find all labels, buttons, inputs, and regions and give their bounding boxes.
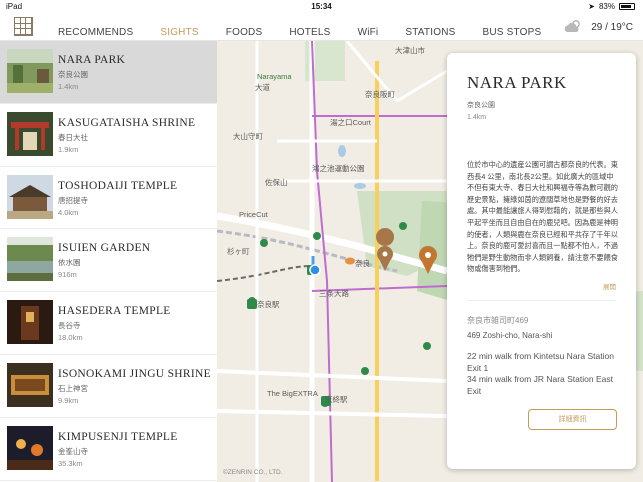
list-item[interactable]: HASEDERA TEMPLE 長谷寺 18.0km	[0, 292, 217, 355]
cloud-sun-icon	[564, 20, 580, 32]
sight-jp-name: 金峯山寺	[58, 446, 88, 456]
menu-grid-icon[interactable]	[14, 17, 33, 36]
detail-card: NARA PARK 奈良公園 1.4km 位於市中心的遺産公園可謂古都奈良的代表…	[447, 53, 636, 469]
sight-name: HASEDERA TEMPLE	[58, 305, 171, 318]
detail-description: 位於市中心的遺産公園可謂古都奈良的代表。東西長4 公里，南北長2公里。如此廣大的…	[467, 160, 618, 274]
sight-name: KIMPUSENJI TEMPLE	[58, 430, 178, 443]
hasedera-thumbnail	[7, 300, 53, 345]
detail-title: NARA PARK	[467, 73, 567, 92]
sight-name: ISUIEN GARDEN	[58, 242, 151, 255]
map-label: 三条大路	[319, 289, 349, 298]
list-item[interactable]: ISONOKAMI JINGU SHRINE 石上神宮 9.9km	[0, 355, 217, 418]
sights-list: NARA PARK 奈良公園 1.4km KASUGATAISHA SHRINE…	[0, 41, 217, 482]
sight-jp-name: 長谷寺	[58, 321, 81, 331]
weather-widget[interactable]: 29 / 19°C	[563, 19, 633, 35]
map-label: 大道	[255, 83, 270, 92]
list-item[interactable]: NARA PARK 奈良公園 1.4km	[0, 41, 217, 104]
kasuga-shrine-thumbnail	[7, 111, 53, 156]
isuien-thumbnail	[7, 237, 53, 282]
map-label: PriceCut	[239, 210, 268, 219]
map-label: 京終駅	[325, 395, 348, 404]
map-label: The BigEXTRA	[267, 389, 318, 398]
nara-park-thumbnail	[7, 49, 53, 93]
status-bar: iPad 15:34 ➤ 83%	[0, 0, 643, 13]
sight-jp-name: 奈良公園	[58, 70, 88, 79]
map-label: 奈良	[355, 259, 370, 268]
tab-sights[interactable]: SIGHTS	[160, 27, 198, 38]
battery-percent: 83%	[598, 2, 615, 11]
tab-foods[interactable]: FOODS	[226, 27, 263, 38]
sight-name: ISONOKAMI JINGU SHRINE	[58, 367, 211, 380]
status-right: ➤ 83%	[588, 2, 635, 11]
battery-icon	[619, 3, 635, 10]
address-jp: 奈良市雑司町469	[467, 316, 529, 325]
access-info: 22 min walk from Kintetsu Nara Station E…	[467, 351, 614, 396]
map-label: 鴻之池運動公園	[312, 164, 365, 173]
detail-jp-name: 奈良公園	[467, 102, 495, 109]
sight-jp-name: 唐招提寺	[58, 195, 88, 205]
map-label: 奈良駅	[257, 300, 280, 309]
sight-name: KASUGATAISHA SHRINE	[58, 116, 196, 129]
sight-distance: 9.9km	[58, 395, 79, 405]
list-item[interactable]: KIMPUSENJI TEMPLE 金峯山寺 35.3km	[0, 418, 217, 481]
sight-jp-name: 依水園	[58, 258, 81, 268]
divider	[467, 300, 616, 301]
map-label: 奈良阪町	[365, 90, 395, 99]
temperature-label: 29 / 19°C	[591, 21, 633, 33]
sight-distance: 18.0km	[58, 333, 83, 343]
tab-hotels[interactable]: HOTELS	[289, 27, 330, 38]
map-label: 湯之口Court	[330, 118, 371, 127]
sight-distance: 4.0km	[58, 207, 79, 217]
top-nav: RECOMMENDS SIGHTS FOODS HOTELS WiFi STAT…	[0, 13, 643, 41]
category-tabs: RECOMMENDS SIGHTS FOODS HOTELS WiFi STAT…	[58, 27, 568, 38]
list-item[interactable]: TOSHODAIJI TEMPLE 唐招提寺 4.0km	[0, 167, 217, 230]
sight-jp-name: 春日大社	[58, 132, 88, 142]
details-button[interactable]: 詳細資訊	[528, 409, 617, 430]
map-label: Narayama	[257, 72, 292, 81]
list-item[interactable]: KASUGATAISHA SHRINE 春日大社 1.9km	[0, 104, 217, 167]
map-label: 杉ヶ町	[227, 247, 250, 256]
expand-link[interactable]: 展開	[603, 281, 616, 291]
list-item[interactable]: ISUIEN GARDEN 依水園 916m	[0, 229, 217, 293]
sight-distance: 916m	[58, 270, 77, 280]
address-en: 469 Zoshi-cho, Nara-shi	[467, 331, 553, 340]
map-label: 大山守町	[233, 132, 263, 141]
kimpusenji-thumbnail	[7, 425, 53, 470]
tab-bus-stops[interactable]: BUS STOPS	[482, 27, 541, 38]
sight-jp-name: 石上神宮	[58, 383, 88, 393]
tab-stations[interactable]: STATIONS	[405, 27, 455, 38]
tab-wifi[interactable]: WiFi	[358, 27, 379, 38]
sight-distance: 1.4km	[58, 82, 79, 91]
detail-distance: 1.4km	[467, 114, 487, 121]
isonokami-thumbnail	[7, 362, 53, 407]
sight-name: TOSHODAIJI TEMPLE	[58, 179, 178, 192]
toshodaiji-thumbnail	[7, 174, 53, 219]
sight-name: NARA PARK	[58, 54, 126, 66]
tab-recommends[interactable]: RECOMMENDS	[58, 27, 133, 38]
location-arrow-icon: ➤	[588, 2, 595, 11]
map-label: 佐保山	[265, 178, 288, 187]
clock: 15:34	[311, 2, 332, 11]
sight-distance: 35.3km	[58, 458, 83, 468]
map-label: 大津山市	[395, 46, 425, 55]
sight-distance: 1.9km	[58, 144, 79, 154]
map-copyright: ©ZENRIN CO., LTD.	[223, 469, 283, 476]
